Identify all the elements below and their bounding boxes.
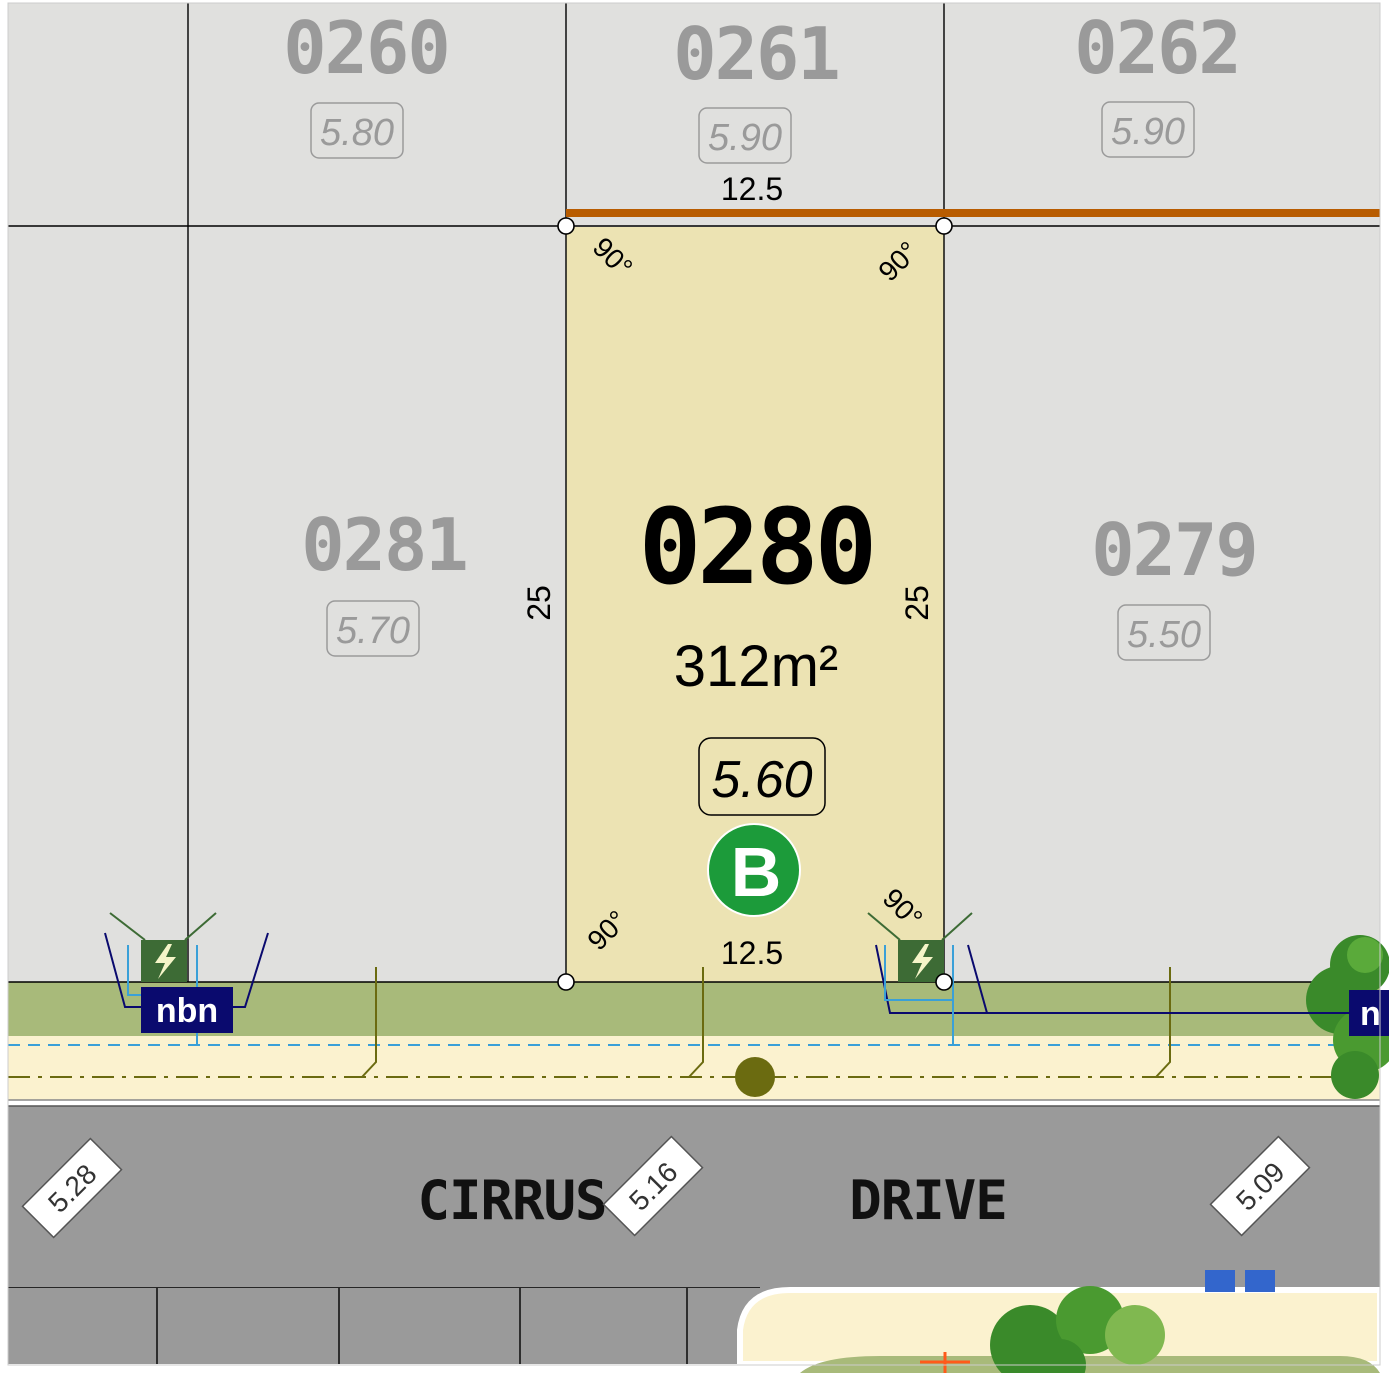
lot-0281-area[interactable] (8, 227, 566, 982)
lot-level-0280: 5.60 (711, 751, 812, 809)
dimension-depth-left: 25 (521, 585, 557, 621)
lot-plan-map: nbn n 0260 5.80 0261 5.90 0262 5.90 0281… (0, 0, 1389, 1373)
lot-number-0260: 0260 (283, 6, 448, 90)
bin-pad-icon (1205, 1270, 1235, 1292)
dimension-depth-right: 25 (899, 585, 935, 621)
lot-level-0281: 5.70 (336, 610, 410, 652)
lot-level-0262: 5.90 (1111, 111, 1185, 153)
road-name-part1: CIRRUS (417, 1169, 606, 1232)
lot-number-0279: 0279 (1091, 508, 1256, 592)
nbn-label-right-cut: n (1360, 995, 1381, 1033)
sewer-manhole-icon (735, 1057, 775, 1097)
lot-type-badge-label: B (731, 833, 782, 911)
dimension-frontage-bottom: 12.5 (721, 935, 783, 971)
lot-number-0261: 0261 (673, 12, 838, 96)
lot-number-0281: 0281 (301, 503, 466, 587)
bin-pad-icon (1245, 1270, 1275, 1292)
lot-level-0261: 5.90 (708, 117, 782, 159)
lot-number-0262: 0262 (1074, 6, 1239, 90)
parking-bays (8, 1288, 788, 1364)
lot-level-0260: 5.80 (320, 112, 394, 154)
road-carriageway (8, 1106, 1380, 1288)
nbn-label-left: nbn (156, 992, 218, 1030)
road-name-part2: DRIVE (849, 1169, 1007, 1232)
lot-area-0280: 312m² (674, 634, 838, 699)
dimension-frontage-top: 12.5 (721, 171, 783, 207)
lot-level-0279: 5.50 (1127, 614, 1201, 656)
lot-number-0280: 0280 (639, 486, 873, 608)
